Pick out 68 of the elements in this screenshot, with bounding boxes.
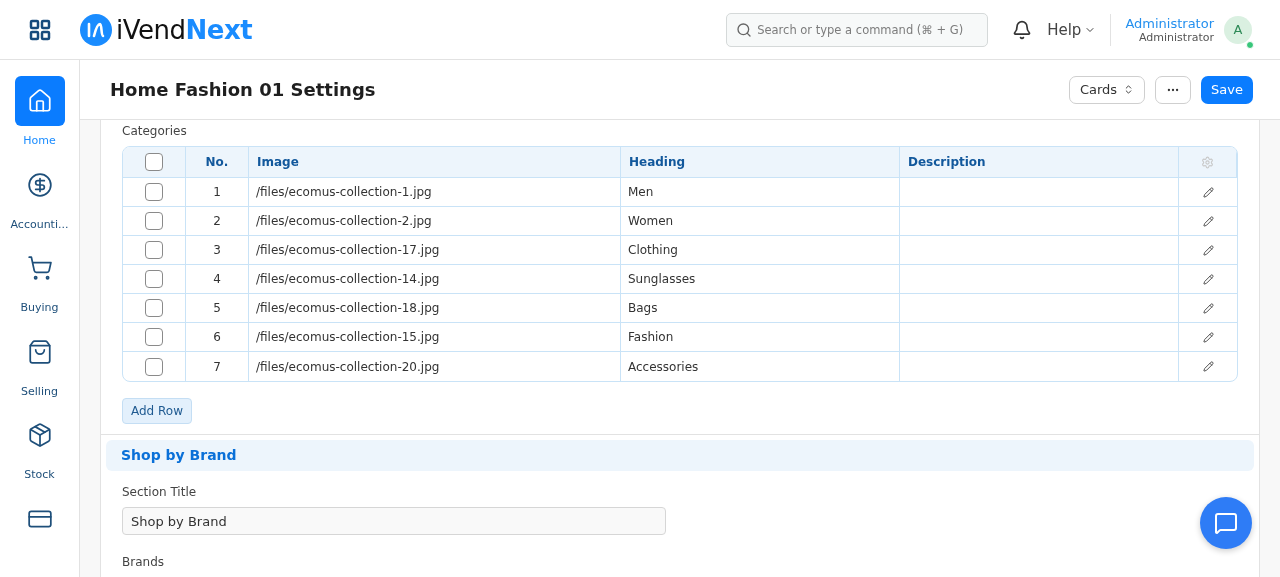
table-cell: Women <box>621 207 900 236</box>
table-cell: /files/ecomus-collection-1.jpg <box>249 178 621 207</box>
bag-icon <box>26 338 53 365</box>
row-checkbox[interactable] <box>145 183 163 201</box>
house-icon <box>26 88 53 114</box>
cart-icon <box>26 255 53 281</box>
column-header: No. <box>186 147 249 178</box>
edit-icon[interactable] <box>1202 302 1214 314</box>
apps-menu-icon[interactable] <box>28 17 52 42</box>
user-role: Administrator <box>1139 30 1214 44</box>
table-cell: 1 <box>186 178 249 207</box>
table-cell: 7 <box>186 352 249 381</box>
column-header: Image <box>249 147 621 178</box>
select-all-checkbox[interactable] <box>145 153 163 171</box>
field-label: Brands <box>122 555 165 569</box>
search-icon <box>736 21 753 38</box>
edit-icon[interactable] <box>1202 331 1214 343</box>
row-checkbox[interactable] <box>145 212 163 230</box>
save-button[interactable]: Save <box>1201 75 1253 104</box>
table-cell: /files/ecomus-collection-17.jpg <box>249 236 621 265</box>
sidebar-item[interactable]: Selling <box>0 326 79 410</box>
field-label: Categories <box>122 124 188 138</box>
table-cell: Accessories <box>621 352 900 381</box>
help-menu[interactable]: Help <box>1047 13 1112 46</box>
sidebar-item[interactable]: Buying <box>0 243 79 327</box>
edit-icon[interactable] <box>1202 244 1214 256</box>
table-cell: Bags <box>621 294 900 323</box>
column-header: Heading <box>621 147 900 178</box>
notifications-icon[interactable] <box>1012 19 1033 40</box>
table-cell: Clothing <box>621 236 900 265</box>
add-row-button[interactable]: Add Row <box>122 398 192 424</box>
section-heading: Shop by Brand <box>106 439 1254 471</box>
row-checkbox[interactable] <box>145 328 163 346</box>
table-cell: Men <box>621 178 900 207</box>
table-cell: /files/ecomus-collection-20.jpg <box>249 352 621 381</box>
edit-icon[interactable] <box>1202 215 1214 227</box>
table-cell: 6 <box>186 323 249 352</box>
section-title-field[interactable]: Shop by Brand <box>122 507 666 535</box>
table-cell: /files/ecomus-collection-15.jpg <box>249 323 621 352</box>
row-checkbox[interactable] <box>145 299 163 317</box>
row-checkbox[interactable] <box>145 241 163 259</box>
user-avatar[interactable]: A <box>1224 15 1252 44</box>
table-cell: /files/ecomus-collection-2.jpg <box>249 207 621 236</box>
table-cell: Sunglasses <box>621 265 900 294</box>
table-cell: Fashion <box>621 323 900 352</box>
table-cell: 4 <box>186 265 249 294</box>
edit-icon[interactable] <box>1202 273 1214 285</box>
box-icon <box>26 422 53 448</box>
row-checkbox[interactable] <box>145 357 163 376</box>
table-cell: /files/ecomus-collection-18.jpg <box>249 294 621 323</box>
edit-icon[interactable] <box>1202 186 1214 198</box>
chat-icon <box>1214 511 1238 535</box>
logo-icon <box>80 13 112 46</box>
table-cell: 3 <box>186 236 249 265</box>
column-header: Description <box>900 147 1179 178</box>
sidebar-item[interactable]: Accounti... <box>0 159 79 243</box>
table-cell: 5 <box>186 294 249 323</box>
table-cell: /files/ecomus-collection-14.jpg <box>249 265 621 294</box>
row-checkbox[interactable] <box>145 270 163 288</box>
dollar-icon <box>26 171 53 198</box>
brand-name: iVendNext <box>116 14 253 45</box>
page-title: Home Fashion 01 Settings <box>110 79 376 100</box>
table-cell: 2 <box>186 207 249 236</box>
view-select[interactable]: Cards <box>1068 75 1146 104</box>
edit-icon[interactable] <box>1202 361 1214 372</box>
sidebar-item[interactable]: Stock <box>0 410 79 494</box>
search-field[interactable]: Search or type a command (⌘ + G) <box>726 12 989 47</box>
field-label: Section Title <box>122 485 198 499</box>
